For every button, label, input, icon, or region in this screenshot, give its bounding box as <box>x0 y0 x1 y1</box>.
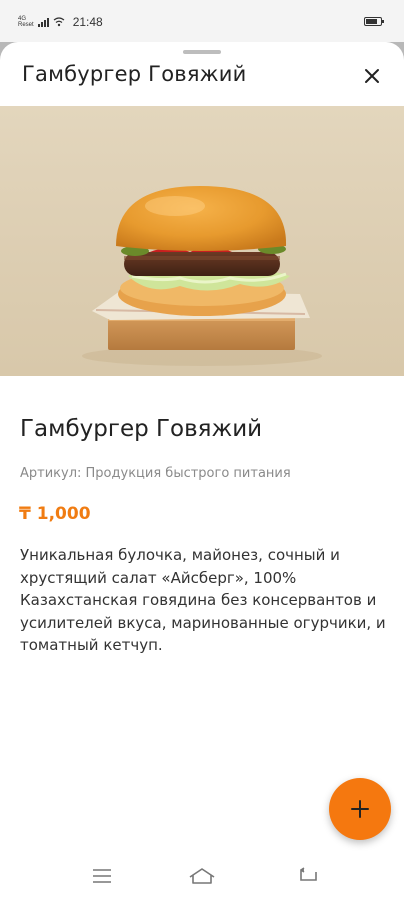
product-article: Артикул: Продукция быстрого питания <box>20 466 291 481</box>
close-icon <box>365 69 379 83</box>
network-indicator: 4G Reset <box>18 16 34 28</box>
product-image <box>0 106 404 376</box>
status-bar: 4G Reset 21:48 <box>0 0 404 42</box>
network-label: Reset <box>18 22 34 28</box>
sheet-header-title: Гамбургер Говяжий <box>22 62 247 86</box>
nav-home-button[interactable] <box>188 864 216 888</box>
menu-icon <box>93 869 111 883</box>
back-icon <box>300 867 317 881</box>
product-sheet: Гамбургер Говяжий Гамбургер Говяжий Арти… <box>0 42 404 900</box>
close-button[interactable] <box>358 62 386 90</box>
signal-icon <box>37 17 49 27</box>
product-description: Уникальная булочка, майонез, сочный и хр… <box>20 546 386 654</box>
status-time: 21:48 <box>72 15 103 29</box>
status-left: 4G Reset 21:48 <box>18 14 103 30</box>
add-to-cart-button[interactable] <box>329 778 391 840</box>
drag-handle[interactable] <box>183 50 221 54</box>
product-price: ₸ 1,000 <box>19 504 91 524</box>
battery-icon <box>364 17 384 26</box>
nav-back-button[interactable] <box>294 864 322 888</box>
system-nav-bar <box>0 852 404 900</box>
product-title: Гамбургер Говяжий <box>20 416 263 442</box>
nav-menu-button[interactable] <box>88 864 116 888</box>
plus-icon <box>351 800 369 818</box>
wifi-icon <box>53 17 65 27</box>
burger-image <box>82 186 322 366</box>
home-icon <box>189 868 215 884</box>
